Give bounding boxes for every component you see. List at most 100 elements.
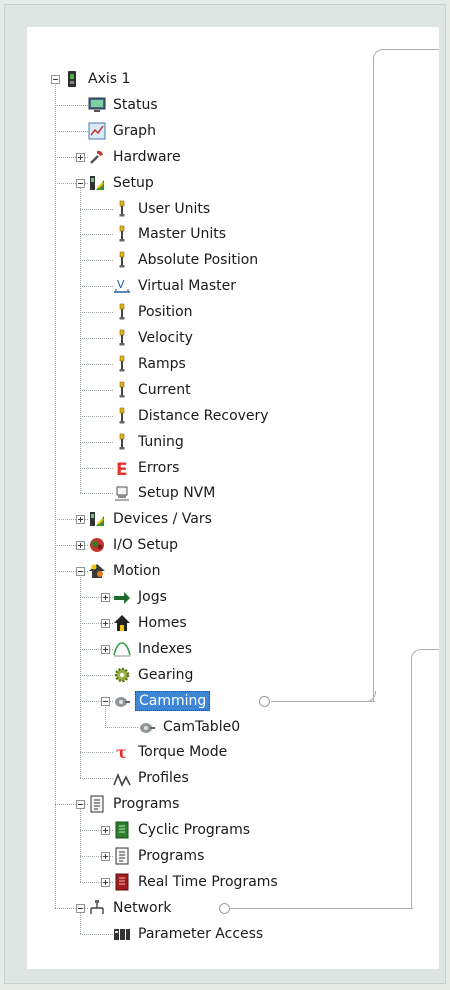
- program-icon: [113, 847, 131, 865]
- collapse-setup-button[interactable]: [76, 178, 85, 188]
- tree-node-label[interactable]: Distance Recovery: [135, 406, 272, 426]
- tree-node-cyclic-programs[interactable]: Cyclic Programs: [27, 818, 439, 842]
- gear-icon: [113, 666, 131, 684]
- expand-homes-button[interactable]: [101, 618, 110, 628]
- program-icon: [88, 795, 106, 813]
- cyclic-program-icon: [113, 821, 131, 839]
- expand-indexes-button[interactable]: [101, 644, 110, 654]
- expand-real-time-programs-button[interactable]: [101, 877, 110, 887]
- tree-node-label[interactable]: Status: [110, 95, 161, 115]
- svg-text:τ: τ: [116, 743, 127, 761]
- parameter-icon: [113, 407, 131, 425]
- setup-icon: [88, 174, 106, 192]
- tree-node-label[interactable]: Axis 1: [85, 69, 133, 89]
- collapse-programs-root-button[interactable]: [76, 800, 85, 810]
- tree-node-label[interactable]: Current: [135, 380, 194, 400]
- motion-icon: [88, 562, 106, 580]
- tree-node-label[interactable]: Programs: [135, 846, 207, 866]
- tree-node-label[interactable]: Velocity: [135, 328, 196, 348]
- parameter-icon: [113, 329, 131, 347]
- tree-node-label[interactable]: Indexes: [135, 639, 195, 659]
- nvm-icon: [113, 484, 131, 502]
- parameter-icon: [113, 433, 131, 451]
- network-icon: [88, 899, 106, 917]
- callout-line-camming: [271, 700, 375, 702]
- tree-node-label[interactable]: Torque Mode: [135, 742, 230, 762]
- collapse-camming-button[interactable]: [101, 696, 110, 706]
- expand-cyclic-programs-button[interactable]: [101, 826, 110, 836]
- tree-node-real-time-programs[interactable]: Real Time Programs: [27, 870, 439, 894]
- tree-node-label[interactable]: Position: [135, 302, 196, 322]
- tree-node-label[interactable]: Setup: [110, 173, 157, 193]
- parameter-icon: [113, 381, 131, 399]
- tree-node-label[interactable]: Cyclic Programs: [135, 820, 253, 840]
- tree-node-label[interactable]: Devices / Vars: [110, 509, 215, 529]
- cam-icon: [113, 692, 131, 710]
- home-icon: [113, 614, 131, 632]
- tree-node-label[interactable]: Master Units: [135, 224, 229, 244]
- cam-icon: [138, 718, 156, 736]
- tree-node-label[interactable]: Absolute Position: [135, 250, 261, 270]
- parameter-access-icon: [113, 925, 131, 943]
- tree-node-label[interactable]: Setup NVM: [135, 483, 218, 503]
- callout-line-camming: [373, 49, 439, 702]
- expand-jogs-button[interactable]: [101, 593, 110, 602]
- svg-text:V: V: [117, 278, 125, 291]
- tree-node-label[interactable]: Virtual Master: [135, 276, 239, 296]
- profile-icon: [113, 769, 131, 788]
- tree-node-parameter-access[interactable]: Parameter Access: [27, 922, 439, 946]
- callout-line-network: [411, 649, 439, 909]
- tree-node-label[interactable]: Graph: [110, 121, 159, 141]
- jog-icon: [113, 588, 131, 606]
- parameter-icon: [113, 303, 131, 321]
- callout-marker-network: [219, 902, 230, 914]
- collapse-motion-button[interactable]: [76, 567, 85, 577]
- collapse-network-button[interactable]: [76, 903, 85, 913]
- io-icon: [88, 536, 106, 554]
- tree-node-label[interactable]: User Units: [135, 199, 213, 219]
- callout-line-network: [229, 907, 413, 909]
- hardware-icon: [88, 148, 106, 166]
- axis-icon: [63, 70, 81, 88]
- collapse-axis1-button[interactable]: [51, 75, 60, 84]
- tree-node-label[interactable]: Network: [110, 898, 174, 918]
- parameter-icon: [113, 355, 131, 373]
- errors-icon: E: [113, 459, 131, 477]
- tree-node-profiles[interactable]: Profiles: [27, 766, 439, 790]
- graph-icon: [88, 122, 106, 140]
- tree-node-label[interactable]: Profiles: [135, 768, 192, 788]
- tree-node-label[interactable]: Hardware: [110, 147, 184, 167]
- expand-hardware-button[interactable]: [76, 152, 85, 162]
- tree-node-label[interactable]: Errors: [135, 458, 182, 478]
- tree-node-label[interactable]: Tuning: [135, 432, 187, 452]
- tree-node-label[interactable]: Homes: [135, 613, 190, 633]
- svg-text:E: E: [116, 460, 128, 477]
- tree-node-programs-root[interactable]: Programs: [27, 792, 439, 816]
- figure-frame: Axis 1 Status Graph Hardware Setup User Units…: [4, 4, 446, 984]
- tree-node-label[interactable]: Ramps: [135, 354, 189, 374]
- parameter-icon: [113, 200, 131, 218]
- setup-icon: [88, 510, 106, 528]
- parameter-icon: [113, 225, 131, 243]
- callout-marker-camming: [259, 695, 270, 707]
- project-tree-panel: Axis 1 Status Graph Hardware Setup User Units…: [27, 27, 439, 969]
- tree-node-label[interactable]: Jogs: [135, 587, 170, 607]
- tree-node-label[interactable]: Real Time Programs: [135, 872, 281, 892]
- expand-devices-vars-button[interactable]: [76, 515, 85, 525]
- tree-node-camtable0[interactable]: CamTable0: [27, 715, 439, 739]
- expand-io-setup-button[interactable]: [76, 541, 85, 551]
- index-icon: [113, 640, 131, 658]
- tree-node-label[interactable]: Camming: [135, 690, 211, 711]
- tree-node-label[interactable]: Motion: [110, 561, 163, 581]
- tree-node-label[interactable]: Programs: [110, 794, 182, 814]
- tree-node-programs[interactable]: Programs: [27, 844, 439, 868]
- expand-programs-button[interactable]: [101, 852, 110, 861]
- tree-node-label[interactable]: I/O Setup: [110, 535, 181, 555]
- tree-node-torque-mode[interactable]: τ Torque Mode: [27, 740, 439, 764]
- parameter-icon: [113, 251, 131, 269]
- torque-icon: τ: [113, 743, 131, 761]
- tree-node-label[interactable]: Parameter Access: [135, 924, 266, 944]
- realtime-program-icon: [113, 873, 131, 891]
- tree-node-label[interactable]: CamTable0: [160, 717, 243, 737]
- tree-node-label[interactable]: Gearing: [135, 665, 196, 685]
